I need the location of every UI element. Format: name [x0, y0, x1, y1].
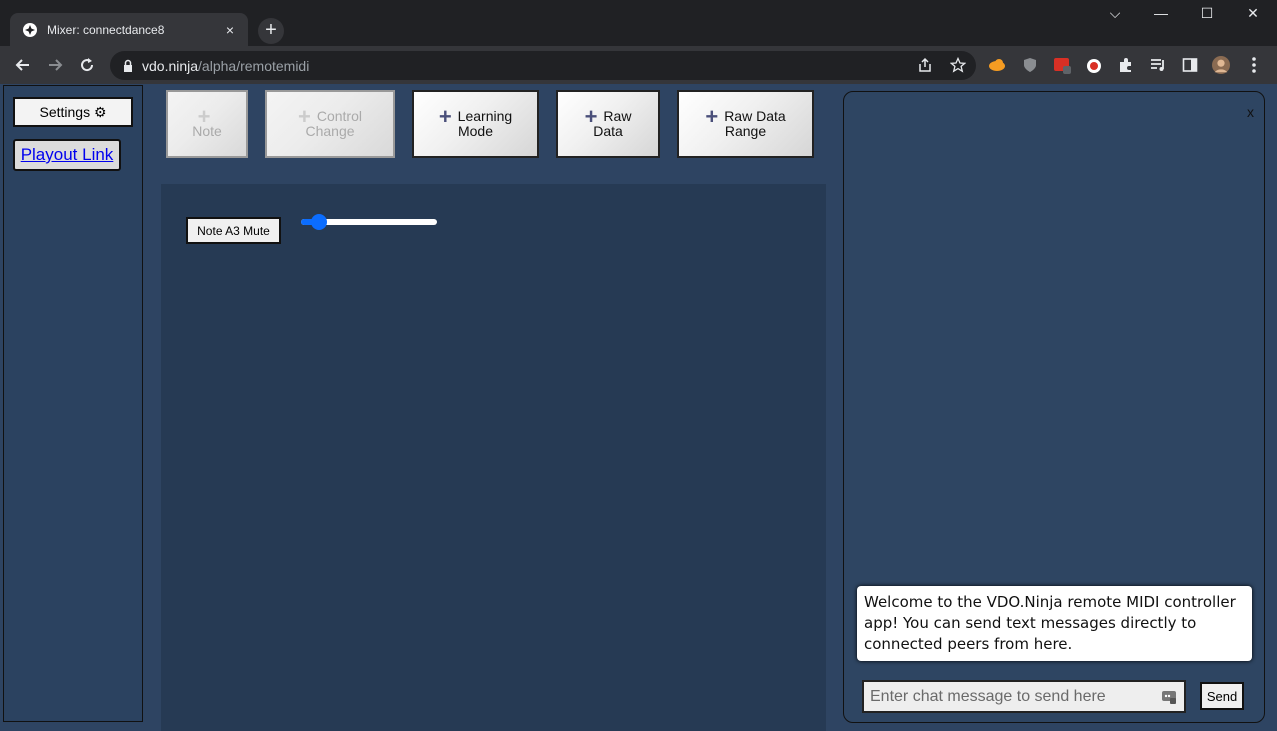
lock-icon	[122, 59, 134, 73]
bookmark-star-icon[interactable]	[949, 56, 967, 73]
plus-icon: +	[298, 103, 311, 129]
url-text: vdo.ninja/alpha/remotemidi	[142, 58, 309, 74]
forward-arrow-icon[interactable]	[44, 54, 66, 76]
tab-close-icon[interactable]: ×	[222, 22, 238, 38]
chat-panel: x Welcome to the VDO.Ninja remote MIDI c…	[843, 91, 1265, 723]
learning-mode-button[interactable]: + Learning Mode	[412, 90, 539, 158]
autofill-key-icon[interactable]	[1161, 689, 1177, 705]
share-icon[interactable]	[917, 57, 933, 73]
media-control-icon[interactable]	[1149, 56, 1167, 74]
plus-icon: +	[438, 103, 452, 129]
close-window-button[interactable]: ✕	[1238, 5, 1268, 25]
browser-titlebar: Mixer: connectdance8 × + ⌵ — ☐ ✕	[0, 0, 1277, 47]
raw-data-range-label-line1: Raw Data	[724, 108, 786, 124]
address-bar[interactable]: vdo.ninja/alpha/remotemidi	[110, 51, 976, 80]
plus-icon: +	[705, 103, 719, 129]
extensions-puzzle-icon[interactable]	[1117, 56, 1135, 74]
playout-link-button[interactable]: Playout Link	[13, 139, 121, 171]
settings-button[interactable]: Settings ⚙	[13, 97, 133, 127]
raw-data-button[interactable]: + Raw Data	[556, 90, 660, 158]
playout-link[interactable]: Playout Link	[21, 145, 114, 165]
learning-mode-label-line1: Learning	[457, 108, 513, 124]
raw-data-label-line2: Data	[593, 123, 623, 139]
add-control-change-label-line2: Change	[305, 123, 355, 139]
new-tab-button[interactable]: +	[258, 18, 284, 44]
midi-control-area: Note A3 Mute	[161, 184, 826, 731]
url-path: /alpha/remotemidi	[198, 57, 310, 74]
page-content: Settings ⚙ Playout Link + Note + Control …	[0, 84, 1277, 731]
red-extension-icon[interactable]	[1053, 56, 1071, 74]
send-button[interactable]: Send	[1200, 682, 1244, 710]
kebab-menu-icon[interactable]	[1245, 56, 1263, 74]
note-a3-mute-button[interactable]: Note A3 Mute	[186, 217, 281, 244]
raw-data-range-label-line2: Range	[724, 123, 767, 139]
add-note-label: Note	[192, 122, 222, 139]
reload-icon[interactable]	[76, 54, 98, 76]
minimize-button[interactable]: —	[1146, 5, 1176, 25]
slider-thumb[interactable]	[310, 214, 327, 230]
raw-data-label-line1: Raw	[603, 108, 632, 124]
cloud-extension-icon[interactable]	[988, 56, 1006, 74]
chat-input-placeholder: Enter chat message to send here	[870, 688, 1106, 705]
tab-title: Mixer: connectdance8	[47, 23, 165, 37]
plus-icon: +	[197, 103, 211, 129]
back-arrow-icon[interactable]	[12, 54, 34, 76]
tab-search-icon[interactable]: ⌵	[1100, 5, 1130, 25]
chat-message-input[interactable]: Enter chat message to send here	[862, 680, 1186, 713]
profile-avatar[interactable]	[1212, 56, 1230, 74]
browser-toolbar: vdo.ninja/alpha/remotemidi	[0, 46, 1277, 84]
ublock-shield-icon[interactable]	[1021, 56, 1039, 74]
sidebar: Settings ⚙ Playout Link	[3, 85, 143, 722]
plus-icon: +	[584, 103, 598, 129]
maximize-button[interactable]: ☐	[1192, 5, 1222, 25]
url-domain: vdo.ninja	[142, 57, 199, 74]
vdo-ninja-favicon-icon	[22, 22, 38, 38]
browser-tab[interactable]: Mixer: connectdance8 ×	[10, 13, 248, 47]
add-control-change-button[interactable]: + Control Change	[265, 90, 395, 158]
raw-data-range-button[interactable]: + Raw Data Range	[677, 90, 814, 158]
chat-close-button[interactable]: x	[1247, 104, 1254, 120]
add-control-change-label-line1: Control	[316, 108, 362, 124]
side-panel-icon[interactable]	[1181, 56, 1199, 74]
learning-mode-label-line2: Mode	[457, 123, 493, 139]
add-note-button[interactable]: + Note	[166, 90, 248, 158]
midi-slider[interactable]	[301, 214, 437, 230]
record-extension-icon[interactable]	[1085, 56, 1103, 74]
welcome-message: Welcome to the VDO.Ninja remote MIDI con…	[857, 586, 1252, 661]
